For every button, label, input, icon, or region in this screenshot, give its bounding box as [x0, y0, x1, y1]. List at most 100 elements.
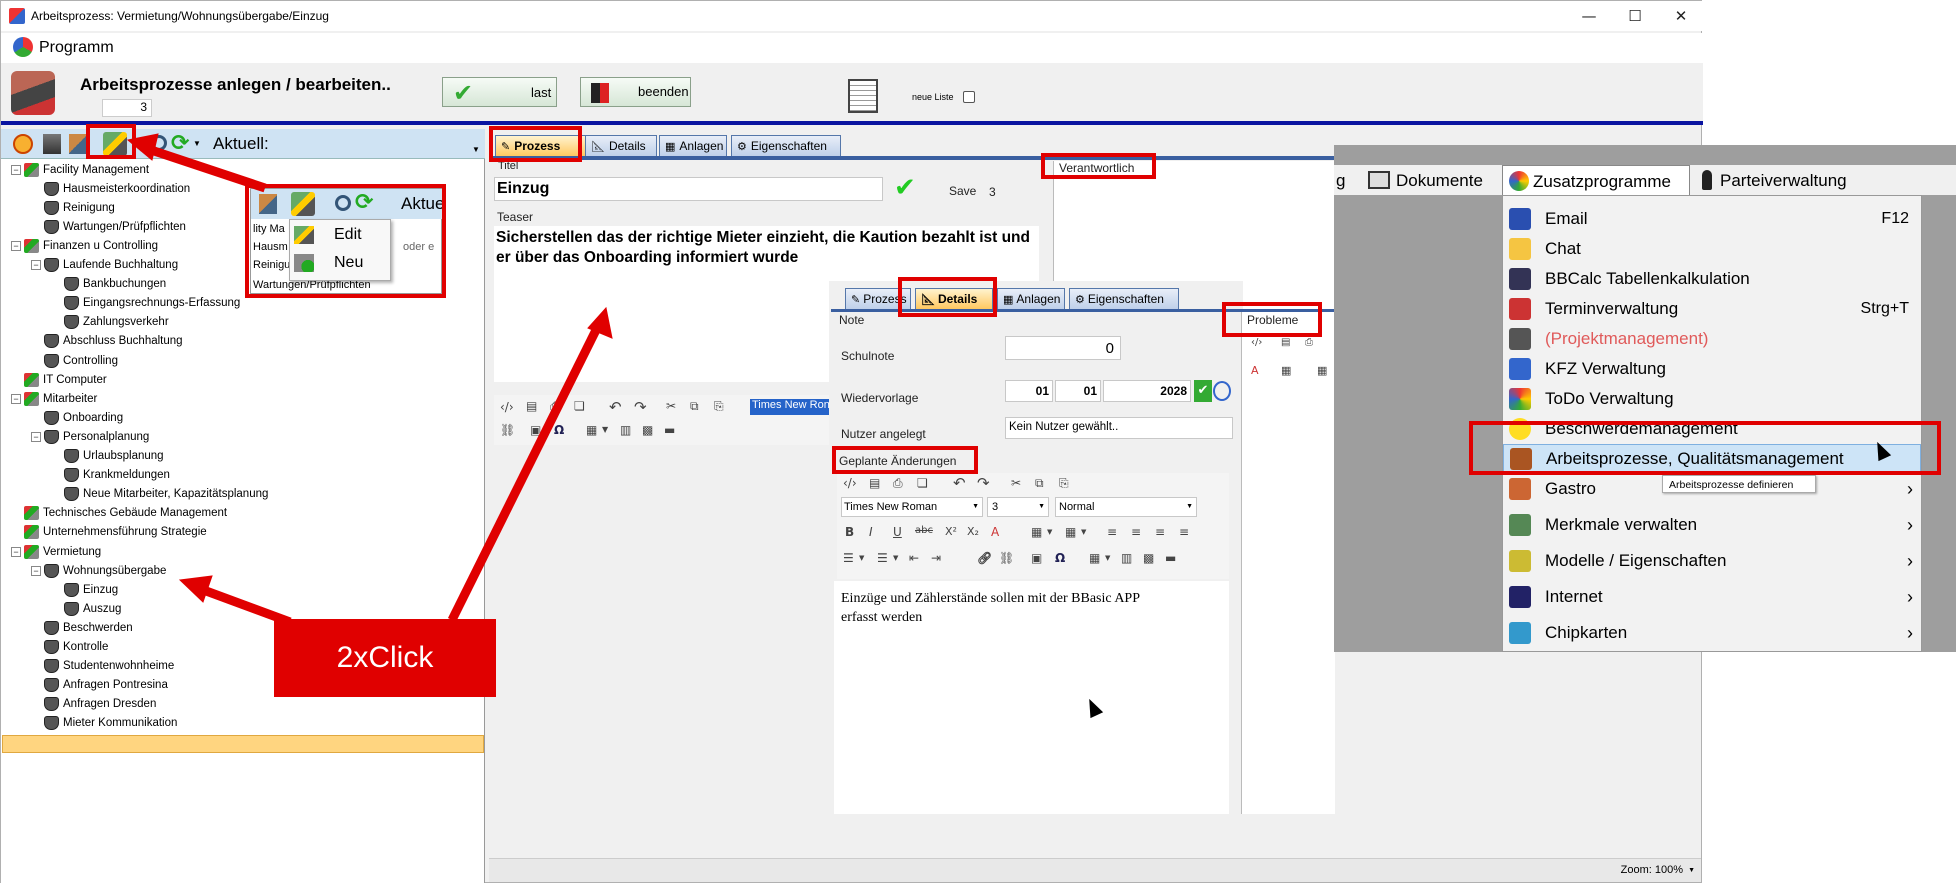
details-editor[interactable]: Einzüge und Zählerstände sollen mit der … — [834, 581, 1229, 814]
details-table-dropdown-icon[interactable]: ▼ — [1105, 554, 1110, 562]
count-field[interactable]: 3 — [102, 99, 152, 117]
numbered-list-dropdown-icon[interactable]: ▼ — [859, 554, 864, 562]
probleme-source-icon[interactable]: ‹/› — [1251, 337, 1262, 348]
tree-item[interactable]: − Vermietung — [11, 543, 101, 560]
details-copy-icon[interactable]: ⧉ — [1035, 476, 1044, 491]
italic-icon[interactable]: I — [869, 525, 873, 539]
maximize-button[interactable]: ☐ — [1620, 5, 1650, 27]
tree-item[interactable]: Auszug — [51, 600, 121, 617]
save-check-icon[interactable]: ✔ — [894, 173, 916, 203]
details-font-size-select[interactable]: 3 ▼ — [987, 497, 1049, 517]
details-tab-anlagen[interactable]: ▦ Anlagen — [997, 288, 1065, 310]
table-icon[interactable]: ▦ — [586, 423, 597, 437]
tab-anlagen[interactable]: ▦ Anlagen — [659, 135, 727, 157]
zoom-dropdown-icon[interactable]: ▼ — [1688, 867, 1695, 874]
tree-item[interactable]: − Finanzen u Controlling — [11, 237, 158, 254]
zoom-level[interactable]: Zoom: 100% — [1621, 864, 1683, 876]
tree-item[interactable]: Hausmeisterkoordination — [31, 180, 190, 197]
tree-item[interactable]: Bankbuchungen — [51, 276, 166, 293]
align-center-icon[interactable]: ≡ — [1131, 525, 1141, 539]
paste-icon[interactable]: ⎘ — [714, 399, 724, 414]
chart-icon[interactable]: ▥ — [620, 423, 631, 437]
probleme-indent-icon[interactable]: ▦ — [1317, 364, 1327, 377]
details-table-icon[interactable]: ▦ — [1089, 551, 1100, 565]
menubar-item-documents[interactable]: Dokumente — [1396, 171, 1483, 191]
outdent-icon[interactable]: ⇤ — [909, 551, 919, 565]
details-font-family-select[interactable]: Times New Roman ▼ — [841, 497, 983, 517]
details-chart-icon[interactable]: ▥ — [1121, 551, 1132, 565]
details-line-icon[interactable]: ▬ — [1165, 551, 1176, 565]
tree-item[interactable]: Einzug — [51, 581, 118, 598]
omega-icon[interactable]: Ω — [554, 423, 564, 437]
new-list-checkbox[interactable] — [963, 91, 975, 103]
tree-item[interactable]: Kontrolle — [31, 639, 108, 656]
redo-icon[interactable]: ↷ — [634, 398, 647, 416]
underline-icon[interactable]: U — [893, 525, 902, 539]
box-icon[interactable] — [43, 134, 61, 154]
page-icon[interactable]: ▤ — [526, 399, 537, 413]
tree-item[interactable]: Studentenwohnheime — [31, 658, 174, 675]
grid-icon[interactable]: ▩ — [642, 423, 653, 437]
bg-color-dropdown-icon[interactable]: ▼ — [1081, 528, 1086, 536]
bullet-list-icon[interactable]: ☰ — [877, 551, 888, 565]
tree-item[interactable]: Zahlungsverkehr — [51, 314, 169, 331]
subscript-icon[interactable]: X₂ — [967, 525, 979, 538]
strikethrough-icon[interactable]: abc — [915, 525, 933, 536]
date-calendar-icon[interactable] — [1213, 381, 1231, 401]
cut-icon[interactable]: ✂ — [666, 399, 676, 413]
menu-item[interactable]: Chipkarten › — [1503, 618, 1921, 648]
tree-expander-icon[interactable]: − — [31, 565, 41, 576]
tree-item[interactable]: − Wohnungsübergabe — [31, 562, 166, 579]
date-confirm-icon[interactable]: ✔ — [1194, 380, 1212, 402]
tree-item[interactable]: Controlling — [31, 352, 118, 369]
tree-item[interactable]: Eingangsrechnungs-Erfassung — [51, 295, 240, 312]
clear-format-icon[interactable]: A — [991, 525, 999, 539]
last-button[interactable]: ✔ last — [442, 77, 557, 107]
tree-expander-icon[interactable]: − — [11, 546, 21, 557]
tree-expander-icon[interactable]: − — [11, 164, 21, 175]
probleme-eraser-icon[interactable]: A — [1251, 364, 1259, 377]
details-source-icon[interactable]: ‹/› — [843, 476, 857, 490]
tree-expander-icon[interactable]: − — [31, 260, 41, 270]
program-menu[interactable]: Programm — [39, 39, 114, 57]
date-year-input[interactable]: 2028 — [1103, 380, 1191, 402]
title-input[interactable]: Einzug — [494, 177, 883, 201]
tab-eigenschaften[interactable]: ⚙ Eigenschaften — [731, 135, 841, 157]
line-icon[interactable]: ▬ — [664, 423, 675, 437]
details-cut-icon[interactable]: ✂ — [1011, 476, 1021, 490]
unlink-icon[interactable]: ⛓ — [500, 423, 515, 437]
menu-item[interactable]: Internet › — [1503, 582, 1921, 612]
details-unlink-icon[interactable]: ⛓ — [999, 551, 1014, 565]
tree-item[interactable]: − Laufende Buchhaltung — [31, 257, 178, 274]
tree-item[interactable]: Beschwerden — [31, 619, 133, 636]
details-omega-icon[interactable]: Ω — [1055, 551, 1065, 565]
menu-item[interactable]: Terminverwaltung Strg+T — [1503, 294, 1921, 324]
probleme-list-icon[interactable]: ▦ — [1281, 364, 1291, 377]
tree-item[interactable]: Krankmeldungen — [51, 467, 170, 484]
source-code-icon[interactable]: ‹/› — [500, 400, 514, 414]
tree-expander-icon[interactable]: − — [31, 431, 41, 442]
tree-item[interactable]: Anfragen Dresden — [31, 696, 156, 713]
details-paste-icon[interactable]: ⎘ — [1059, 476, 1069, 491]
preview-icon[interactable]: ❏ — [574, 399, 585, 413]
search-icon[interactable] — [151, 135, 167, 151]
numbered-list-icon[interactable]: ☰ — [843, 551, 854, 565]
details-redo-icon[interactable]: ↷ — [977, 474, 990, 492]
menu-item[interactable]: BBCalc Tabellenkalkulation — [1503, 264, 1921, 294]
refresh-icon[interactable]: ⟳ — [171, 131, 189, 156]
schulnote-input[interactable]: 0 — [1005, 336, 1121, 360]
menu-item[interactable]: KFZ Verwaltung — [1503, 354, 1921, 384]
details-tab-eigenschaften[interactable]: ⚙ Eigenschaften — [1069, 288, 1179, 310]
tree-item[interactable]: − Mitarbeiter — [11, 390, 97, 407]
nutzer-select[interactable]: Kein Nutzer gewählt.. — [1005, 417, 1233, 439]
tree-item[interactable]: Anfragen Pontresina — [31, 677, 168, 694]
menu-item[interactable]: Merkmale verwalten › — [1503, 510, 1921, 540]
details-print-icon[interactable]: ⎙ — [893, 476, 903, 491]
table-dropdown-icon[interactable]: ▼ — [602, 425, 608, 434]
details-page-icon[interactable]: ▤ — [869, 476, 880, 490]
details-grid-icon[interactable]: ▩ — [1143, 551, 1154, 565]
tree-item[interactable]: IT Computer — [11, 371, 107, 388]
tree-item[interactable]: Mieter Kommunikation — [31, 715, 177, 732]
tree-item[interactable]: Reinigung — [31, 199, 115, 216]
tree-item[interactable]: Urlaubsplanung — [51, 448, 164, 465]
